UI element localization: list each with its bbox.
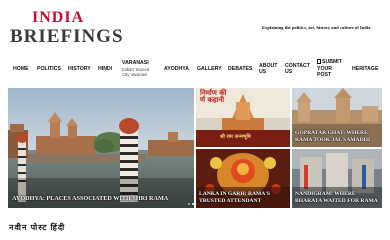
document-icon (317, 59, 321, 65)
nav-debates-label: DEBATES (228, 65, 253, 72)
featured-main-caption: AYODHYA: PLACES ASSOCIATED WITH SHRI RAM… (12, 194, 169, 202)
nav-gallery[interactable]: GALLERY (197, 56, 222, 82)
slider-dot-active[interactable] (192, 203, 194, 205)
nav-politics[interactable]: POLITICS (37, 56, 61, 82)
nav-submit-post[interactable]: SUBMIT YOUR POST (317, 56, 342, 82)
featured-lanka-caption: LANKA IN GARH: RAMA'S TRUSTED ATTENDANT (199, 191, 271, 204)
slider-dots[interactable] (188, 203, 194, 205)
nav-about-us[interactable]: ABOUT US (259, 56, 277, 82)
nav-hindi[interactable]: HINDI (98, 56, 112, 82)
main-nav: HOME POLITICS HISTORY HINDI VARANASI Ind… (0, 56, 390, 82)
nav-contact-us[interactable]: CONTACT US (285, 56, 310, 82)
nav-history[interactable]: HISTORY (68, 56, 91, 82)
nav-submit-label-1: SUBMIT (322, 59, 342, 66)
featured-gopratar-tile[interactable]: GOPRATAR GHAT: WHERE RAMA TOOK JAL SAMAD… (292, 88, 382, 147)
nav-ayodhya-label: AYODHYA (164, 65, 189, 72)
temple-sign-line-3: श्री राम जन्मभूमि (220, 134, 251, 140)
featured-main-tile[interactable]: AYODHYA: PLACES ASSOCIATED WITH SHRI RAM… (8, 88, 194, 208)
featured-lanka-tile[interactable]: LANKA IN GARH: RAMA'S TRUSTED ATTENDANT (196, 149, 290, 208)
featured-temple-tile[interactable]: निर्माण की र्ण कहानी श्री राम जन्मभूमि (196, 88, 290, 147)
site-tagline: Explaining the politics, art, history an… (262, 25, 371, 30)
nav-home[interactable]: HOME (13, 56, 29, 82)
nav-politics-label: POLITICS (37, 65, 61, 72)
nav-ayodhya[interactable]: AYODHYA (164, 56, 189, 82)
nav-varanasi-subtitle-2: City Varanasi (122, 72, 148, 78)
nav-home-label: HOME (13, 65, 29, 72)
nav-hindi-label: HINDI (98, 65, 113, 72)
nav-heritage[interactable]: HERITAGE (352, 56, 378, 82)
slider-dot[interactable] (188, 203, 190, 205)
logo-line-briefings: BRIEFINGS (10, 26, 124, 47)
section-heading-hindi-posts: नवीन पोस्ट हिंदी (9, 223, 66, 232)
nav-gallery-label: GALLERY (197, 65, 222, 72)
nav-submit-label-3: POST (317, 72, 332, 79)
nav-heritage-label: HERITAGE (352, 65, 379, 72)
ayodhya-ghat-photo (8, 88, 194, 208)
nav-varanasi[interactable]: VARANASI India's Sacred City Varanasi (122, 56, 149, 82)
nav-history-label: HISTORY (68, 65, 91, 72)
temple-sign-line-2: र्ण कहानी (200, 96, 225, 105)
featured-grid: AYODHYA: PLACES ASSOCIATED WITH SHRI RAM… (8, 88, 382, 208)
temple-sign-text: निर्माण की र्ण कहानी (200, 89, 226, 105)
nav-about-label-2: US (259, 69, 267, 75)
nav-debates[interactable]: DEBATES (228, 56, 252, 82)
featured-gopratar-caption: GOPRATAR GHAT: WHERE RAMA TOOK JAL SAMAD… (295, 130, 371, 143)
featured-nandigram-tile[interactable]: NANDIGRAM: WHERE BHARATA WAITED FOR RAMA (292, 149, 382, 208)
featured-nandigram-caption: NANDIGRAM: WHERE BHARATA WAITED FOR RAMA (295, 191, 378, 204)
site-logo[interactable]: INDIA BRIEFINGS (10, 9, 124, 47)
nav-contact-label-2: US (285, 69, 293, 75)
logo-line-india: INDIA (32, 9, 85, 26)
